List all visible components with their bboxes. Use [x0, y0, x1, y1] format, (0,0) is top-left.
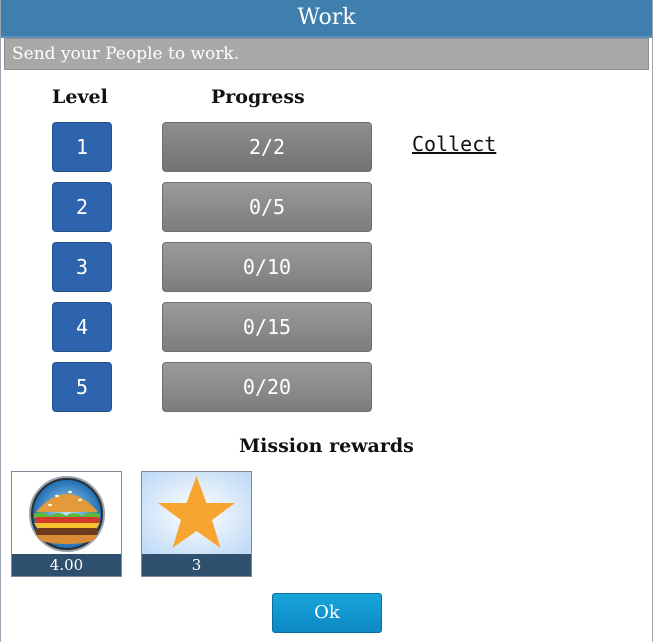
- progress-column-header: Progress: [211, 86, 305, 108]
- star-icon: [142, 472, 251, 554]
- level-badge: 2: [52, 182, 112, 232]
- level-badge: 4: [52, 302, 112, 352]
- level-badge: 1: [52, 122, 112, 172]
- progress-text: 0/5: [248, 195, 286, 219]
- reward-card-star: 3: [141, 471, 252, 577]
- progress-bar: 0/20: [162, 362, 372, 412]
- burger-icon: [29, 476, 105, 552]
- collect-link[interactable]: Collect: [412, 132, 496, 156]
- work-dialog: Work Send your People to work. Level Pro…: [0, 0, 653, 642]
- dialog-subtitle: Send your People to work.: [4, 38, 649, 70]
- progress-text: 0/20: [242, 375, 292, 399]
- progress-text: 0/10: [242, 255, 292, 279]
- progress-bar: 0/10: [162, 242, 372, 292]
- level-column-header: Level: [52, 86, 108, 108]
- progress-bar: 0/15: [162, 302, 372, 352]
- level-badge: 3: [52, 242, 112, 292]
- ok-button[interactable]: Ok: [272, 593, 382, 633]
- mission-rewards-title: Mission rewards: [239, 435, 414, 457]
- level-badge: 5: [52, 362, 112, 412]
- reward-card-burger: 4.00: [11, 471, 122, 577]
- dialog-title: Work: [1, 0, 652, 38]
- progress-bar: 2/2: [162, 122, 372, 172]
- reward-value: 4.00: [12, 554, 121, 576]
- progress-text: 2/2: [248, 135, 286, 159]
- reward-value: 3: [142, 554, 251, 576]
- progress-bar: 0/5: [162, 182, 372, 232]
- progress-text: 0/15: [242, 315, 292, 339]
